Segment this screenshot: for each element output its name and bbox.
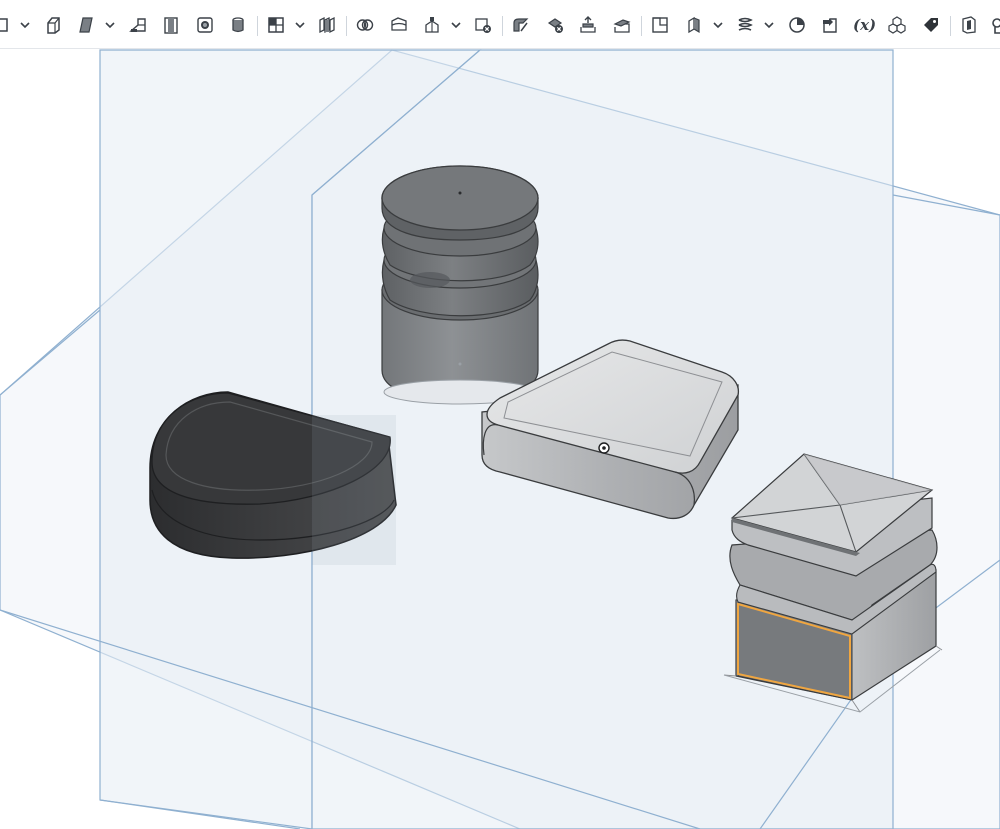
plane-icon bbox=[652, 17, 668, 33]
move-face-icon bbox=[580, 16, 596, 33]
delete-face-icon bbox=[547, 18, 563, 33]
plane-tool[interactable] bbox=[649, 14, 671, 36]
delete-part-icon bbox=[475, 18, 491, 33]
import-tool[interactable] bbox=[819, 14, 841, 36]
scene-canvas[interactable] bbox=[0, 48, 1000, 829]
assembly-tool[interactable] bbox=[886, 14, 908, 36]
sweep-tool[interactable] bbox=[127, 14, 149, 36]
enclose-tool[interactable] bbox=[227, 14, 249, 36]
split-tool[interactable] bbox=[388, 14, 410, 36]
sketch-icon bbox=[0, 18, 8, 32]
extrude-icon bbox=[47, 17, 60, 34]
toolbar-separator bbox=[641, 16, 642, 36]
delete-face-tool[interactable] bbox=[544, 14, 566, 36]
plane-dropdown[interactable] bbox=[712, 17, 724, 33]
thicken-icon bbox=[197, 17, 213, 33]
variable-tool[interactable]: (x) bbox=[853, 15, 876, 35]
chamfer-tool[interactable] bbox=[316, 14, 338, 36]
enclose-icon bbox=[232, 17, 244, 33]
sweep-icon bbox=[129, 18, 146, 32]
revolve-dropdown[interactable] bbox=[104, 17, 116, 33]
delete-part-tool[interactable] bbox=[472, 14, 494, 36]
measure-tool[interactable] bbox=[786, 14, 808, 36]
measure-icon bbox=[789, 17, 805, 33]
move-face-tool[interactable] bbox=[577, 14, 599, 36]
thicken-tool[interactable] bbox=[194, 14, 216, 36]
toolbar-separator bbox=[346, 16, 347, 36]
sketch-dropdown[interactable] bbox=[19, 17, 31, 33]
chevron-down-icon bbox=[295, 21, 305, 28]
fillet-tool[interactable] bbox=[265, 14, 287, 36]
modify-fillet-tool[interactable] bbox=[510, 14, 532, 36]
chevron-down-icon bbox=[713, 21, 723, 28]
transform-icon bbox=[425, 17, 439, 33]
replace-face-tool[interactable] bbox=[611, 14, 633, 36]
split-icon bbox=[391, 17, 407, 31]
more-icon bbox=[992, 18, 1000, 34]
extrude-tool[interactable] bbox=[42, 14, 64, 36]
boolean-icon bbox=[356, 19, 374, 31]
assembly-icon bbox=[888, 16, 906, 34]
section-view-tool[interactable] bbox=[958, 14, 980, 36]
section-view-icon bbox=[962, 16, 976, 34]
more-tool[interactable] bbox=[988, 14, 1000, 36]
transform-dropdown[interactable] bbox=[450, 17, 462, 33]
graphics-viewport[interactable] bbox=[0, 48, 1000, 829]
tag-icon bbox=[924, 18, 938, 32]
replace-face-icon bbox=[613, 19, 631, 33]
helix-tool[interactable] bbox=[734, 14, 756, 36]
toolbar-separator bbox=[950, 16, 951, 36]
loft-icon bbox=[164, 17, 178, 34]
boolean-tool[interactable] bbox=[354, 14, 376, 36]
fillet-icon bbox=[268, 17, 284, 33]
import-icon bbox=[823, 18, 837, 33]
feature-toolbar: (x) bbox=[0, 0, 1000, 49]
helix-icon bbox=[738, 17, 753, 31]
mate-connector-icon bbox=[688, 16, 700, 34]
transform-tool[interactable] bbox=[421, 14, 443, 36]
mate-connector-tool[interactable] bbox=[683, 14, 705, 36]
tag-tool[interactable] bbox=[920, 14, 942, 36]
toolbar-separator bbox=[502, 16, 503, 36]
chamfer-icon bbox=[319, 16, 335, 34]
half-round-puck[interactable] bbox=[149, 391, 397, 565]
ribbed-cylinder[interactable] bbox=[381, 165, 539, 405]
revolve-icon bbox=[79, 17, 93, 33]
chevron-down-icon bbox=[451, 21, 461, 28]
chevron-down-icon bbox=[764, 21, 774, 28]
modify-fillet-icon bbox=[513, 18, 529, 32]
revolve-tool[interactable] bbox=[75, 14, 97, 36]
helix-dropdown[interactable] bbox=[763, 17, 775, 33]
sketch-tool[interactable] bbox=[0, 14, 12, 36]
fillet-dropdown[interactable] bbox=[294, 17, 306, 33]
chevron-down-icon bbox=[20, 21, 30, 28]
chevron-down-icon bbox=[105, 21, 115, 28]
part-studio-app: (x) bbox=[0, 0, 1000, 829]
loft-tool[interactable] bbox=[160, 14, 182, 36]
toolbar-separator bbox=[257, 16, 258, 36]
